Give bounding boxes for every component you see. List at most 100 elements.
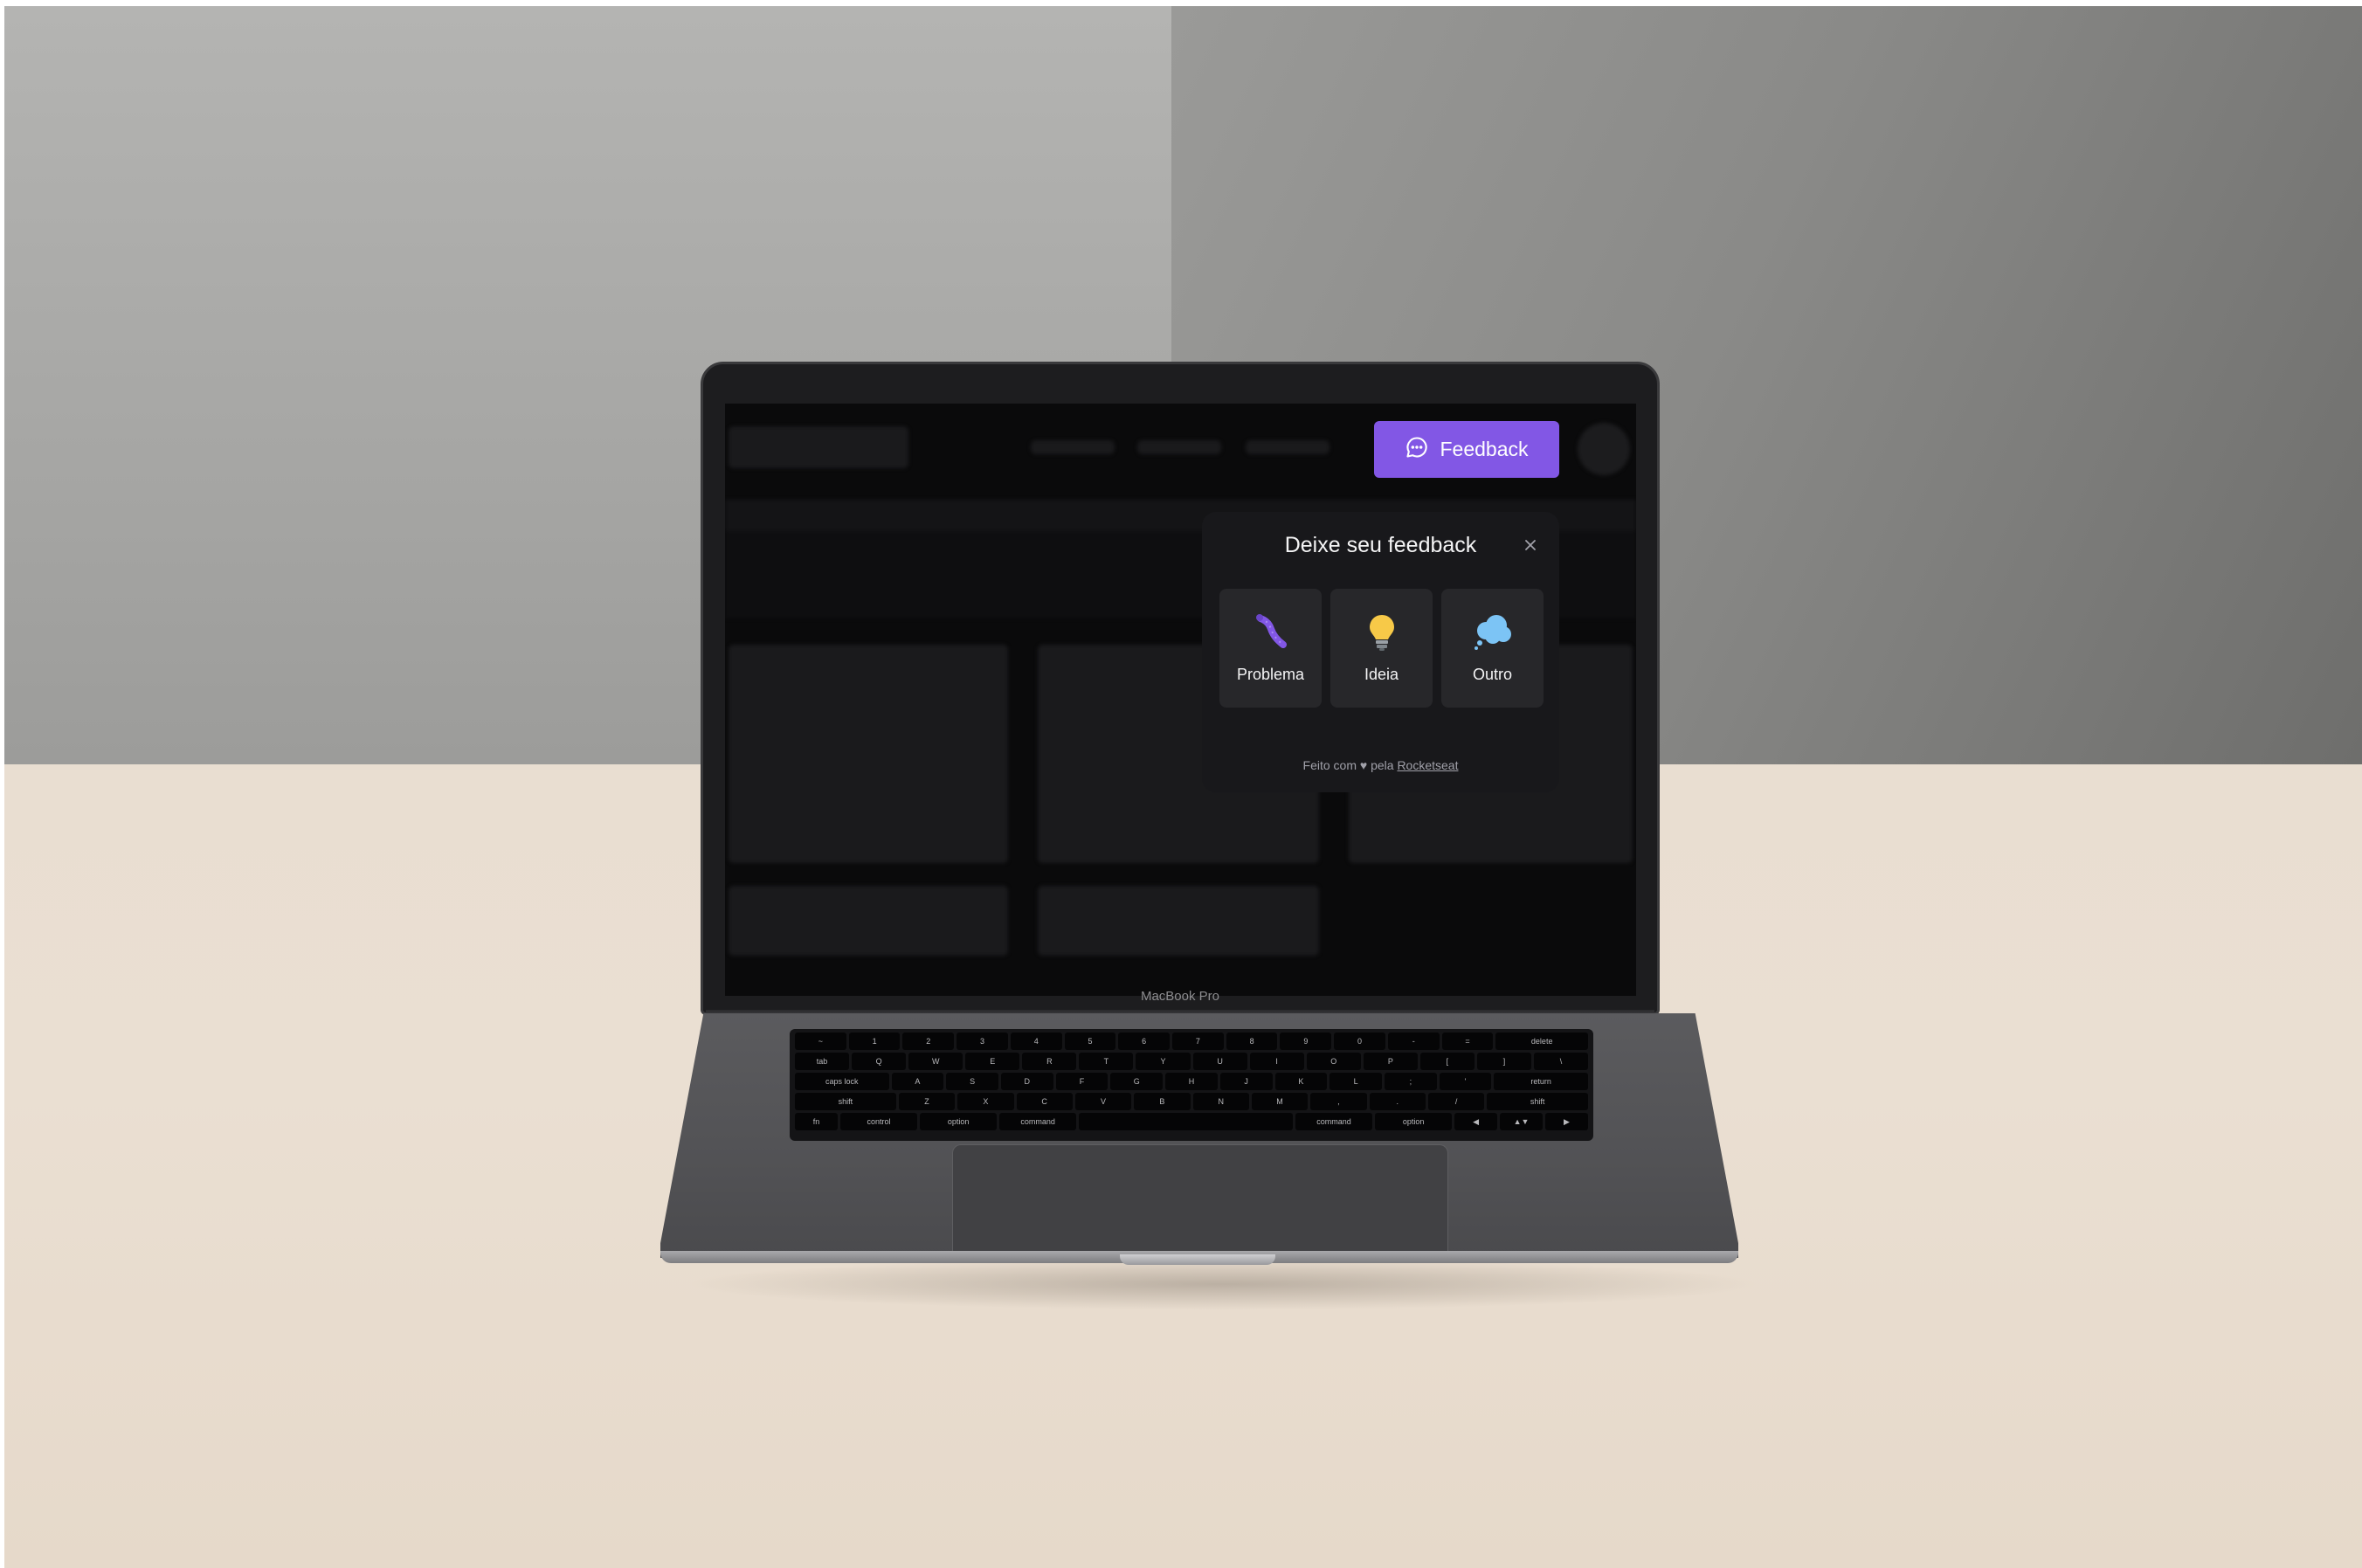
footer-middle: pela xyxy=(1371,758,1394,772)
feedback-button-label: Feedback xyxy=(1440,438,1529,460)
keyboard-key: J xyxy=(1219,1073,1273,1090)
keyboard-key: 4 xyxy=(1010,1033,1062,1050)
bug-icon xyxy=(1250,611,1292,653)
laptop-notch xyxy=(1120,1254,1275,1265)
keyboard-key: 2 xyxy=(902,1033,955,1050)
keyboard-key: I xyxy=(1249,1053,1304,1070)
keyboard-key: L xyxy=(1329,1073,1382,1090)
keyboard: ~1 2 3 4 5 6 7 8 9 0- = delete tab Q W E R T Y U I O P[] \ caps … xyxy=(790,1029,1593,1141)
keyboard-key: D xyxy=(1000,1073,1053,1090)
logo-placeholder xyxy=(729,426,908,468)
keyboard-key: 6 xyxy=(1118,1033,1171,1050)
keyboard-key: shift xyxy=(795,1093,896,1110)
keyboard-key: ◀ xyxy=(1454,1113,1498,1130)
keyboard-key: T xyxy=(1079,1053,1134,1070)
card-placeholder-4 xyxy=(729,886,1008,956)
keyboard-key: 3 xyxy=(957,1033,1008,1050)
keyboard-key: = xyxy=(1441,1033,1494,1050)
keyboard-key: , xyxy=(1310,1093,1367,1110)
keyboard-key: A xyxy=(891,1073,944,1090)
keyboard-key: control xyxy=(839,1113,918,1130)
keyboard-key: V xyxy=(1074,1093,1132,1110)
keyboard-row: shift Z X C V B N M,. / shift xyxy=(795,1093,1589,1110)
option-label: Outro xyxy=(1472,666,1513,683)
option-ideia[interactable]: Ideia xyxy=(1330,589,1433,708)
feedback-type-options: Problema Ideia Outro xyxy=(1219,589,1544,708)
keyboard-key: O xyxy=(1306,1053,1361,1070)
option-label: Problema xyxy=(1236,666,1305,683)
thought-cloud-icon xyxy=(1472,611,1514,653)
keyboard-key: [ xyxy=(1419,1053,1475,1070)
keyboard-key: command xyxy=(1295,1113,1373,1130)
keyboard-key: M xyxy=(1251,1093,1309,1110)
keyboard-key: S xyxy=(946,1073,998,1090)
keyboard-key: W xyxy=(908,1053,963,1070)
keyboard-key: K xyxy=(1274,1073,1328,1090)
keyboard-key: B xyxy=(1134,1093,1191,1110)
keyboard-key: - xyxy=(1387,1033,1440,1050)
keyboard-key: command xyxy=(999,1113,1077,1130)
keyboard-key xyxy=(1079,1113,1293,1130)
keyboard-key: caps lock xyxy=(795,1073,889,1090)
keyboard-key: ▶ xyxy=(1545,1113,1588,1130)
heart-icon: ♥ xyxy=(1359,758,1368,772)
footer-prefix: Feito com xyxy=(1302,758,1357,772)
keyboard-key: ] xyxy=(1476,1053,1532,1070)
keyboard-key: . xyxy=(1369,1093,1426,1110)
nav-placeholder-1 xyxy=(1031,440,1115,454)
close-icon xyxy=(1523,538,1537,556)
keyboard-row: ~1 2 3 4 5 6 7 8 9 0- = delete xyxy=(795,1033,1589,1050)
keyboard-key: fn xyxy=(795,1113,838,1130)
laptop-shadow xyxy=(681,1258,1765,1310)
keyboard-key: G xyxy=(1110,1073,1164,1090)
card-placeholder-1 xyxy=(729,645,1008,863)
keyboard-row: caps lock A S D F G H J K L; ' return xyxy=(795,1073,1588,1090)
option-outro[interactable]: Outro xyxy=(1441,589,1544,708)
keyboard-key: 8 xyxy=(1226,1033,1278,1050)
keyboard-key: X xyxy=(957,1093,1014,1110)
keyboard-key: N xyxy=(1192,1093,1249,1110)
avatar xyxy=(1578,423,1630,475)
keyboard-key: tab xyxy=(795,1053,850,1070)
keyboard-key: F xyxy=(1055,1073,1108,1090)
keyboard-key: ~ xyxy=(795,1033,846,1050)
keyboard-key: ; xyxy=(1384,1073,1437,1090)
keyboard-key: 7 xyxy=(1172,1033,1224,1050)
keyboard-key: return xyxy=(1494,1073,1588,1090)
lightbulb-icon xyxy=(1361,611,1403,653)
keyboard-row: tab Q W E R T Y U I O P[] \ xyxy=(795,1053,1589,1070)
trackpad xyxy=(952,1144,1448,1260)
popover-title: Deixe seu feedback xyxy=(1284,533,1477,557)
nav-placeholder-2 xyxy=(1137,440,1221,454)
laptop-model-label: MacBook Pro xyxy=(1140,989,1220,1004)
option-problema[interactable]: Problema xyxy=(1219,589,1322,708)
popover-footer: Feito com ♥ pela Rocketseat xyxy=(1202,758,1559,772)
keyboard-key: ▲▼ xyxy=(1500,1113,1543,1130)
keyboard-key: delete xyxy=(1495,1033,1589,1050)
keyboard-key: E xyxy=(965,1053,1020,1070)
nav-placeholder-3 xyxy=(1246,440,1329,454)
keyboard-key: C xyxy=(1016,1093,1073,1110)
keyboard-key: \ xyxy=(1534,1053,1589,1070)
option-label: Ideia xyxy=(1364,666,1399,683)
chat-icon xyxy=(1405,435,1429,465)
keyboard-key: Z xyxy=(898,1093,956,1110)
keyboard-key: option xyxy=(1375,1113,1453,1130)
keyboard-key: Y xyxy=(1136,1053,1191,1070)
keyboard-key: 5 xyxy=(1064,1033,1116,1050)
keyboard-key: P xyxy=(1363,1053,1418,1070)
rocketseat-link[interactable]: Rocketseat xyxy=(1397,758,1458,772)
keyboard-key: ' xyxy=(1439,1073,1492,1090)
keyboard-key: 1 xyxy=(848,1033,901,1050)
keyboard-key: / xyxy=(1427,1093,1485,1110)
feedback-popover: Deixe seu feedback Problema Ideia Outro … xyxy=(1202,512,1559,792)
keyboard-row: fn control option command command option ◀ ▲▼ ▶ xyxy=(795,1113,1588,1130)
feedback-button[interactable]: Feedback xyxy=(1374,421,1559,478)
card-placeholder-5 xyxy=(1038,886,1319,956)
keyboard-key: Q xyxy=(852,1053,907,1070)
keyboard-key: 0 xyxy=(1334,1033,1385,1050)
keyboard-key: option xyxy=(920,1113,998,1130)
keyboard-key: H xyxy=(1165,1073,1218,1090)
close-button[interactable] xyxy=(1516,533,1544,561)
keyboard-key: shift xyxy=(1487,1093,1589,1110)
